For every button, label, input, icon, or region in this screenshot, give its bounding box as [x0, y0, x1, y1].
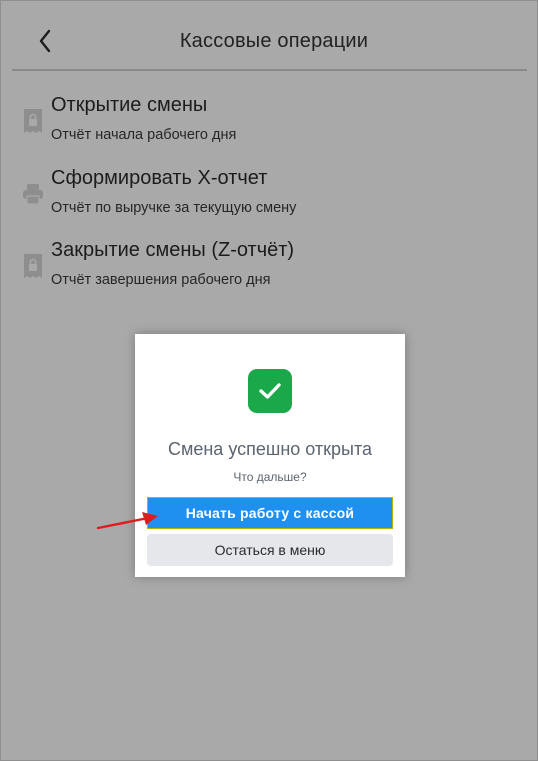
menu-item-subtitle: Отчёт начала рабочего дня	[51, 127, 237, 143]
receipt-lock-icon	[22, 108, 44, 134]
menu-item-open-shift[interactable]: Открытие смены Отчёт начала рабочего дня	[22, 94, 502, 150]
menu-item-x-report[interactable]: Сформировать Х-отчет Отчёт по выручке за…	[22, 167, 502, 223]
header: Кассовые операции	[0, 0, 538, 71]
checkmark-icon	[248, 369, 292, 413]
menu-item-title: Открытие смены	[51, 94, 208, 116]
printer-icon	[22, 181, 44, 207]
header-divider	[12, 69, 527, 71]
stay-in-menu-button[interactable]: Остаться в меню	[147, 534, 393, 566]
start-cash-register-button[interactable]: Начать работу с кассой	[147, 497, 393, 529]
menu-item-subtitle: Отчёт по выручке за текущую смену	[51, 200, 297, 216]
menu-item-title: Закрытие смены (Z-отчёт)	[51, 239, 295, 261]
menu-item-title: Сформировать Х-отчет	[51, 167, 268, 189]
page-title: Кассовые операции	[179, 30, 369, 52]
success-dialog: Смена успешно открыта Что дальше? Начать…	[135, 334, 405, 577]
menu-item-close-shift[interactable]: Закрытие смены (Z-отчёт) Отчёт завершени…	[22, 239, 502, 295]
dialog-subtitle: Что дальше?	[233, 470, 307, 484]
dialog-title: Смена успешно открыта	[167, 439, 373, 459]
menu-item-subtitle: Отчёт завершения рабочего дня	[51, 272, 271, 288]
receipt-lock-icon	[22, 253, 44, 279]
app-screen: Кассовые операции Открытие смены Отчёт н…	[0, 0, 538, 761]
annotation-arrow-icon	[96, 512, 158, 530]
